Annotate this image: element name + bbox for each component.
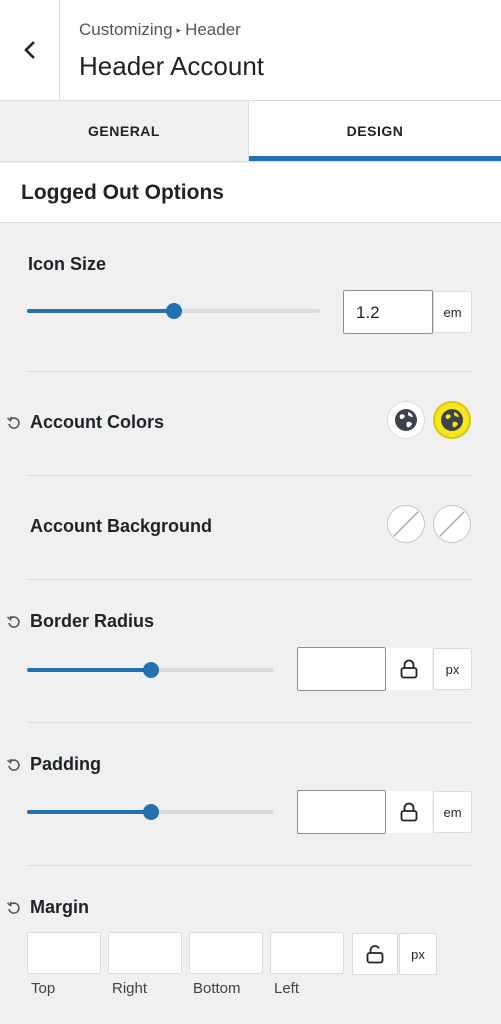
link-values-button[interactable] bbox=[386, 791, 432, 833]
lock-icon bbox=[400, 659, 418, 679]
globe-icon bbox=[395, 409, 417, 431]
unlock-icon bbox=[366, 945, 384, 964]
margin-unit[interactable]: px bbox=[399, 933, 437, 975]
color-swatch-hover[interactable] bbox=[433, 401, 471, 439]
margin-bottom-input[interactable] bbox=[189, 932, 263, 974]
page-title: Header Account bbox=[79, 51, 265, 81]
margin-right-input[interactable] bbox=[108, 932, 182, 974]
icon-size-label: Icon Size bbox=[28, 254, 107, 274]
divider bbox=[27, 371, 472, 372]
margin-left-label: Left bbox=[274, 980, 300, 997]
lock-icon bbox=[400, 802, 418, 822]
icon-size-unit[interactable]: em bbox=[433, 291, 472, 333]
link-values-button[interactable] bbox=[386, 648, 432, 690]
margin-left-input[interactable] bbox=[270, 932, 344, 974]
account-background-label: Account Background bbox=[30, 516, 213, 536]
reset-icon[interactable] bbox=[6, 900, 22, 916]
customizer-header: Customizing ▸ Header Header Account bbox=[0, 0, 501, 101]
margin-top-input[interactable] bbox=[27, 932, 101, 974]
breadcrumb-parent: Customizing bbox=[79, 20, 173, 39]
icon-size-slider[interactable] bbox=[27, 303, 320, 319]
slider-handle[interactable] bbox=[143, 662, 159, 678]
reset-icon[interactable] bbox=[6, 415, 22, 431]
tab-design[interactable]: DESIGN bbox=[249, 101, 501, 161]
divider bbox=[27, 579, 472, 580]
no-color-icon bbox=[393, 511, 419, 537]
border-radius-input[interactable] bbox=[297, 647, 386, 691]
globe-icon bbox=[441, 409, 463, 431]
breadcrumb: Customizing ▸ Header bbox=[79, 20, 241, 40]
margin-label: Margin bbox=[30, 897, 90, 917]
padding-slider[interactable] bbox=[27, 804, 274, 820]
margin-bottom-label: Bottom bbox=[193, 980, 241, 997]
no-color-icon bbox=[439, 511, 465, 537]
back-button[interactable] bbox=[0, 0, 60, 100]
background-swatch-hover[interactable] bbox=[433, 505, 471, 543]
border-radius-label: Border Radius bbox=[30, 611, 155, 631]
padding-input[interactable] bbox=[297, 790, 386, 834]
background-swatch-normal[interactable] bbox=[387, 505, 425, 543]
divider bbox=[27, 865, 472, 866]
breadcrumb-arrow-icon: ▸ bbox=[176, 25, 182, 35]
color-swatch-normal[interactable] bbox=[387, 401, 425, 439]
reset-icon[interactable] bbox=[6, 757, 22, 773]
link-values-button[interactable] bbox=[352, 933, 398, 975]
divider bbox=[27, 722, 472, 723]
margin-right-label: Right bbox=[112, 980, 148, 997]
chevron-left-icon bbox=[23, 41, 35, 59]
slider-fill bbox=[27, 309, 174, 313]
tab-general[interactable]: GENERAL bbox=[0, 101, 249, 161]
slider-handle[interactable] bbox=[166, 303, 182, 319]
account-colors-label: Account Colors bbox=[30, 412, 165, 432]
padding-unit[interactable]: em bbox=[433, 791, 472, 833]
divider bbox=[27, 475, 472, 476]
slider-handle[interactable] bbox=[143, 804, 159, 820]
margin-top-label: Top bbox=[31, 980, 56, 997]
slider-fill bbox=[27, 810, 151, 814]
breadcrumb-child: Header bbox=[185, 20, 241, 39]
reset-icon[interactable] bbox=[6, 614, 22, 630]
tab-bar: GENERAL DESIGN bbox=[0, 101, 501, 162]
section-heading[interactable]: Logged Out Options bbox=[0, 163, 501, 223]
padding-label: Padding bbox=[30, 754, 101, 774]
icon-size-input[interactable]: 1.2 bbox=[343, 290, 433, 334]
slider-fill bbox=[27, 668, 151, 672]
border-radius-slider[interactable] bbox=[27, 662, 274, 678]
border-radius-unit[interactable]: px bbox=[433, 648, 472, 690]
section-title: Logged Out Options bbox=[21, 181, 224, 204]
